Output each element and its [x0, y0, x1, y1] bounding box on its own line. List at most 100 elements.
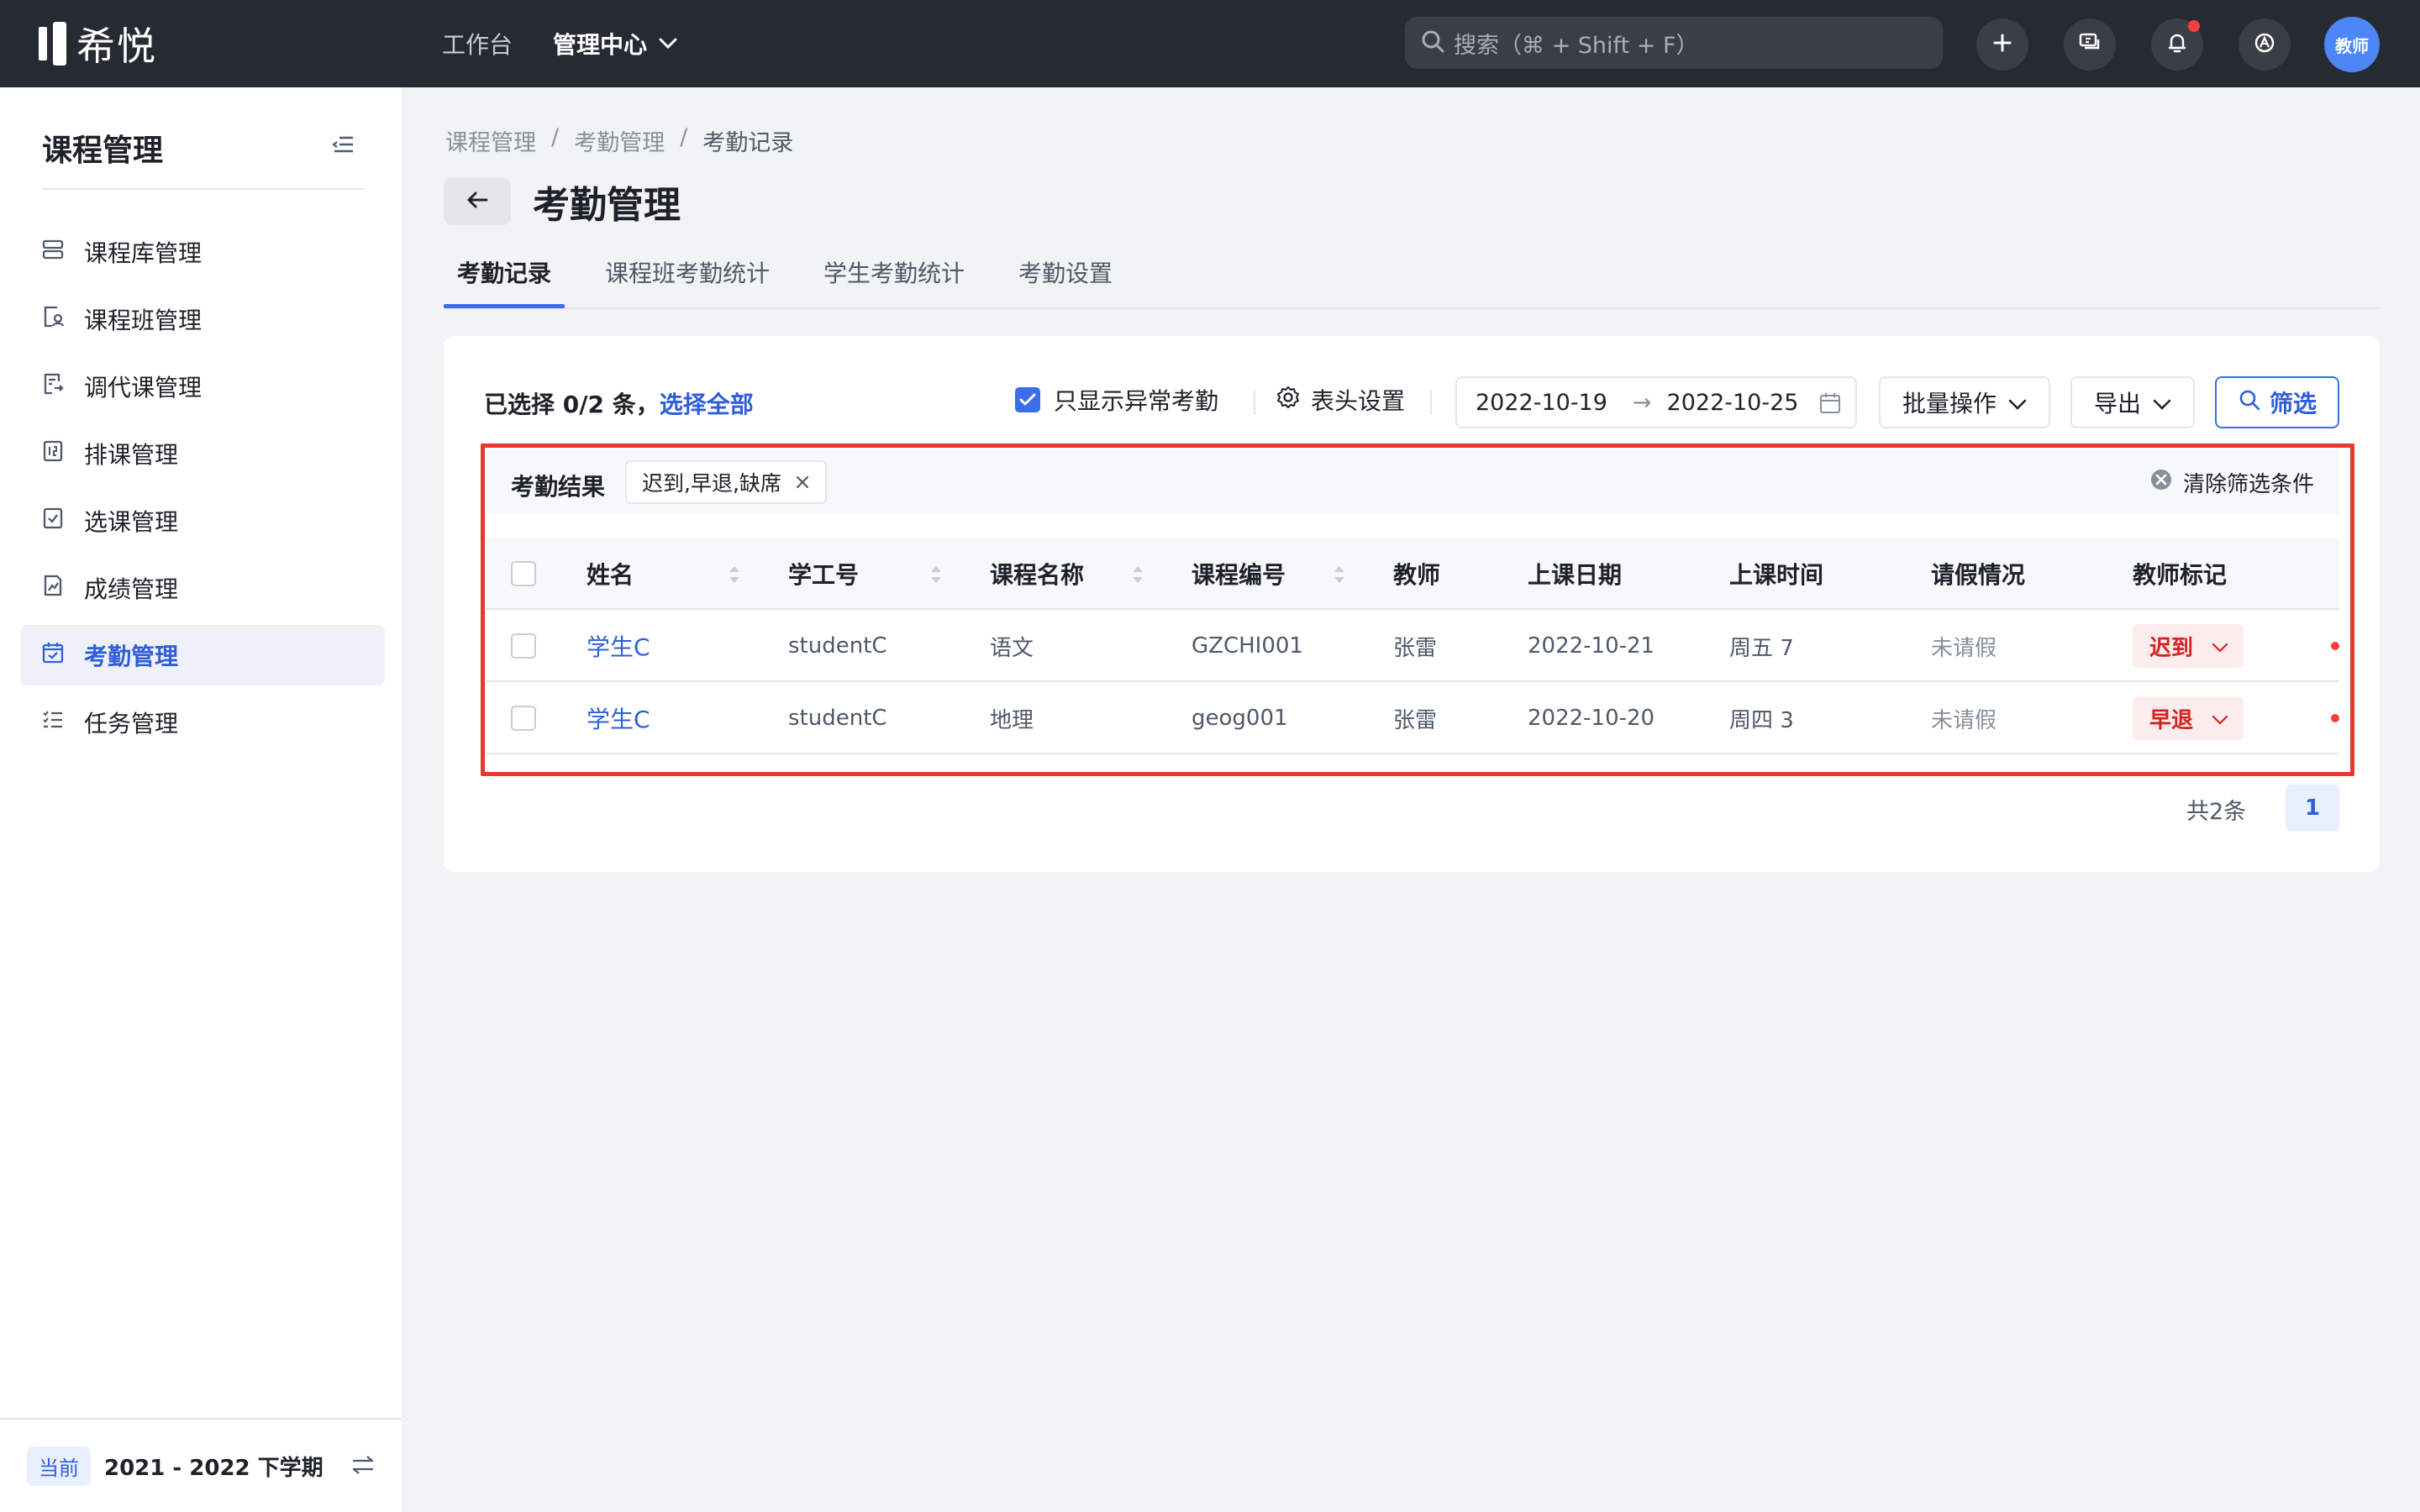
- nav-workbench[interactable]: 工作台: [442, 27, 513, 60]
- substitute-icon: [40, 371, 66, 402]
- term-text: 2021 - 2022 下学期: [104, 1455, 324, 1481]
- tab-student-statistics[interactable]: 学生考勤统计: [823, 255, 965, 289]
- gear-icon: [1276, 385, 1301, 416]
- sidebar-item-label: 课程班管理: [84, 307, 203, 334]
- swap-icon[interactable]: [350, 1453, 376, 1480]
- nav-admin-center[interactable]: 管理中心: [553, 27, 677, 60]
- selection-count: 已选择 0/2 条，: [484, 391, 660, 418]
- sidebar-item-substitute[interactable]: 调代课管理: [20, 356, 385, 417]
- records-card: 已选择 0/2 条，选择全部 只显示异常考勤 表头设置 2022-10-19 →…: [444, 336, 2380, 872]
- add-button[interactable]: [1976, 18, 2028, 71]
- tab-active-indicator: [444, 304, 565, 308]
- nav-admin-center-label: 管理中心: [553, 31, 648, 59]
- breadcrumb-separator: /: [680, 124, 688, 150]
- app-switch-button[interactable]: [2238, 18, 2291, 71]
- messages-button[interactable]: [2064, 18, 2116, 71]
- notifications-button[interactable]: [2151, 18, 2203, 71]
- sidebar-item-label: 考勤管理: [84, 643, 179, 670]
- bell-icon: [2165, 31, 2189, 58]
- app-logo[interactable]: 希悦: [39, 20, 157, 69]
- tab-bar: 考勤记录 课程班考勤统计 学生考勤统计 考勤设置: [444, 244, 2380, 309]
- notification-dot: [2188, 20, 2200, 32]
- breadcrumb: 课程管理 / 考勤管理 / 考勤记录: [445, 124, 793, 157]
- batch-actions-label: 批量操作: [1902, 390, 1996, 417]
- search-placeholder: 搜索（⌘ + Shift + F）: [1454, 32, 1699, 59]
- only-abnormal-label: 只显示异常考勤: [1054, 387, 1219, 415]
- calendar-icon: [1818, 391, 1842, 421]
- export-dropdown[interactable]: 导出: [2070, 376, 2195, 428]
- sidebar-item-label: 课程库管理: [84, 239, 203, 267]
- global-search-input[interactable]: 搜索（⌘ + Shift + F）: [1405, 17, 1943, 69]
- sidebar-item-course-selection[interactable]: 选课管理: [20, 491, 385, 551]
- sidebar-item-label: 选课管理: [84, 508, 179, 536]
- top-bar: 希悦 工作台 管理中心 搜索（⌘ + Shift + F） 教师: [0, 0, 2420, 87]
- search-icon: [1420, 29, 1445, 57]
- sidebar-item-label: 任务管理: [84, 710, 179, 738]
- plus-icon: [1992, 33, 2012, 56]
- sidebar-item-tasks[interactable]: 任务管理: [20, 692, 385, 753]
- sidebar-menu: 课程库管理 课程班管理 调代课管理 排课管理 选课管理 成绩管理 考勤管理 任务…: [20, 222, 385, 759]
- chevron-down-icon: [2008, 389, 2027, 417]
- checkbox-checked-icon: [1015, 387, 1040, 412]
- back-button[interactable]: [444, 178, 511, 225]
- chat-icon: [2078, 31, 2102, 58]
- filter-label: 筛选: [2269, 390, 2317, 417]
- task-list-icon: [40, 707, 66, 738]
- date-start: 2022-10-19: [1476, 389, 1607, 416]
- arrow-left-icon: [466, 190, 489, 213]
- checklist-icon: [40, 506, 66, 537]
- tab-attendance-settings[interactable]: 考勤设置: [1018, 255, 1113, 289]
- database-icon: [40, 237, 66, 268]
- tab-class-statistics[interactable]: 课程班考勤统计: [605, 255, 770, 289]
- class-icon: [40, 304, 66, 335]
- select-all-link[interactable]: 选择全部: [660, 391, 754, 418]
- search-icon: [2238, 388, 2261, 417]
- logo-mark-icon: [39, 22, 66, 66]
- sidebar-item-course-class[interactable]: 课程班管理: [20, 289, 385, 349]
- term-badge: 当前: [27, 1446, 91, 1486]
- date-end: 2022-10-25: [1666, 389, 1799, 416]
- only-abnormal-checkbox[interactable]: 只显示异常考勤: [1015, 383, 1218, 417]
- toolbar-divider: [1254, 390, 1255, 415]
- batch-actions-dropdown[interactable]: 批量操作: [1879, 376, 2050, 428]
- breadcrumb-item[interactable]: 考勤管理: [574, 124, 665, 157]
- date-range-arrow: →: [1632, 389, 1652, 416]
- filter-button[interactable]: 筛选: [2215, 376, 2339, 428]
- sidebar-item-grades[interactable]: 成绩管理: [20, 558, 385, 618]
- logo-text: 希悦: [76, 24, 157, 69]
- pagination-total: 共2条: [2186, 799, 2247, 825]
- breadcrumb-current: 考勤记录: [702, 130, 794, 156]
- sidebar: 课程管理 课程库管理 课程班管理 调代课管理 排课管理 选课管理 成绩管理 考勤…: [0, 87, 403, 1512]
- date-range-picker[interactable]: 2022-10-19 → 2022-10-25: [1455, 376, 1857, 428]
- header-settings-label: 表头设置: [1311, 387, 1406, 415]
- sidebar-item-course-library[interactable]: 课程库管理: [20, 222, 385, 282]
- calendar-check-icon: [40, 640, 66, 671]
- highlight-frame: [481, 444, 2354, 776]
- breadcrumb-item[interactable]: 课程管理: [445, 124, 536, 157]
- schedule-icon: [40, 438, 66, 470]
- breadcrumb-separator: /: [551, 124, 560, 150]
- chevron-down-icon: [2153, 389, 2171, 417]
- selection-info: 已选择 0/2 条，选择全部: [484, 386, 754, 420]
- grades-icon: [40, 573, 66, 604]
- sidebar-item-scheduling[interactable]: 排课管理: [20, 423, 385, 484]
- sidebar-title: 课程管理: [42, 134, 164, 168]
- header-settings-button[interactable]: 表头设置: [1276, 383, 1405, 417]
- term-selector: 当前 2021 - 2022 下学期: [0, 1418, 403, 1512]
- top-nav: 工作台 管理中心: [442, 0, 677, 87]
- export-label: 导出: [2093, 390, 2141, 417]
- sidebar-item-label: 排课管理: [84, 441, 179, 469]
- toolbar-divider: [1430, 390, 1432, 415]
- tab-attendance-records[interactable]: 考勤记录: [457, 255, 551, 289]
- chevron-down-icon: [659, 38, 677, 50]
- page-title: 考勤管理: [533, 184, 681, 227]
- collapse-menu-icon: [331, 136, 355, 158]
- pagination-page-1[interactable]: 1: [2286, 785, 2339, 832]
- circle-a-icon: [2253, 31, 2276, 58]
- avatar[interactable]: 教师: [2324, 17, 2380, 72]
- sidebar-item-label: 成绩管理: [84, 575, 179, 603]
- sidebar-divider: [42, 188, 365, 190]
- sidebar-item-label: 调代课管理: [84, 374, 203, 402]
- sidebar-item-attendance[interactable]: 考勤管理: [20, 625, 385, 685]
- sidebar-collapse-button[interactable]: [331, 134, 355, 158]
